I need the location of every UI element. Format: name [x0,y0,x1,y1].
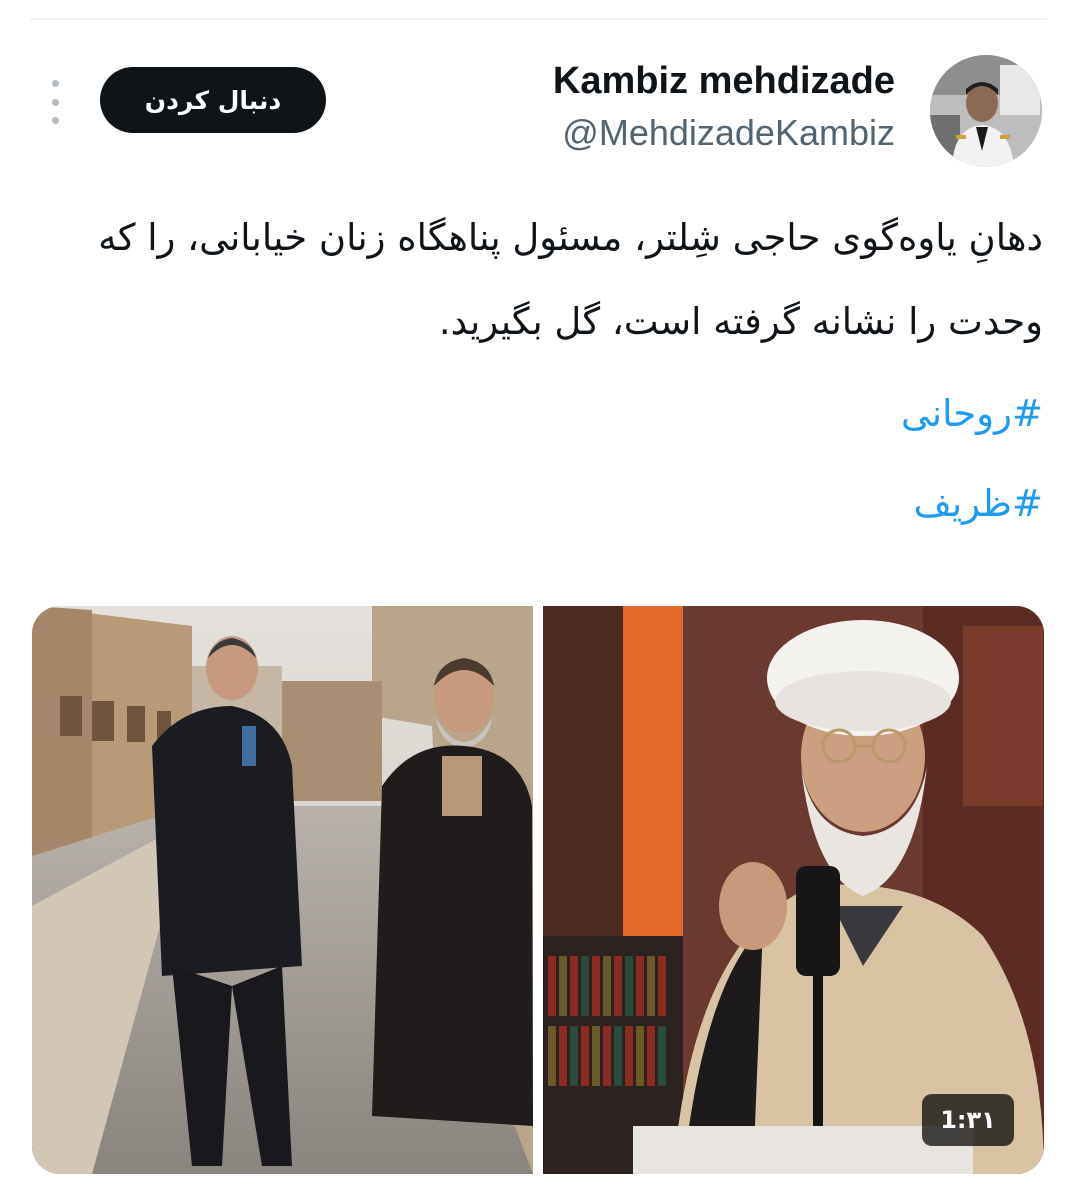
follow-button[interactable]: دنبال کردن [100,67,326,133]
author-handle[interactable]: @MehdizadeKambiz [562,112,895,154]
street-photo [32,606,533,1174]
more-dot [51,80,59,87]
more-dot [51,98,59,106]
hashtag-link[interactable]: #ظریف [914,482,1043,525]
author-display-name[interactable]: Kambiz mehdizade [553,60,895,103]
more-dot [51,117,59,124]
avatar[interactable] [930,55,1042,167]
more-options-icon[interactable] [40,80,70,124]
avatar-photo [930,55,1042,167]
top-divider [30,18,1047,20]
video-duration-badge: 1:۳۱ [922,1094,1014,1146]
video-thumbnail [543,606,1044,1174]
media-video-right[interactable]: 1:۳۱ [543,606,1044,1174]
media-grid: 1:۳۱ [32,606,1044,1174]
hashtag-link[interactable]: #روحانی [901,392,1043,435]
tweet-text: دهانِ یاوه‌گوی حاجی شِلتر، مسئول پناهگاه… [98,216,1043,343]
media-photo-left[interactable] [32,606,533,1174]
